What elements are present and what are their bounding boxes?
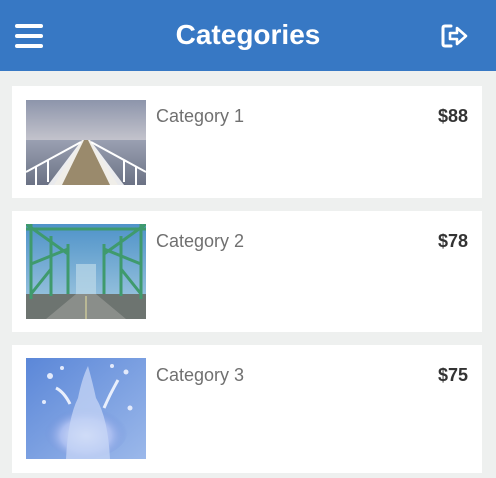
category-name: Category 3: [156, 365, 245, 385]
category-price: $78: [437, 231, 468, 251]
category-thumbnail-water-splash: [26, 358, 146, 459]
category-name: Category 2: [156, 231, 245, 251]
logout-button[interactable]: [440, 22, 470, 50]
category-card-3[interactable]: Category 3 $75: [12, 345, 482, 473]
category-card-1[interactable]: Category 1 $88: [12, 86, 482, 198]
category-thumbnail-bridge: [26, 224, 146, 319]
app-bar: Categories: [0, 0, 496, 71]
logout-icon: [440, 22, 470, 50]
page-title: Categories: [175, 19, 321, 50]
category-price: $75: [437, 365, 468, 385]
category-thumbnail-pier: [26, 100, 146, 185]
category-card-2[interactable]: Category 2 $78: [12, 211, 482, 332]
category-name: Category 1: [156, 106, 245, 126]
category-price: $88: [437, 106, 468, 126]
